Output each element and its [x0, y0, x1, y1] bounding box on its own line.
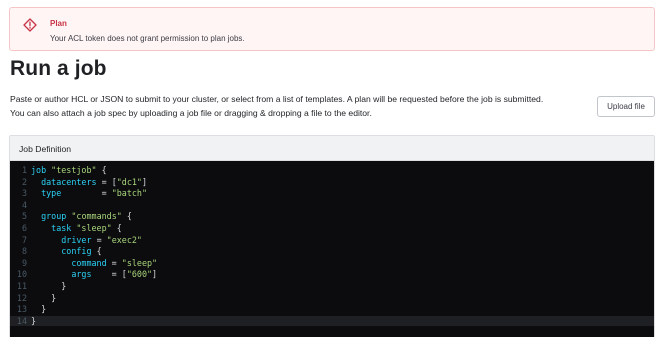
code-line[interactable]: 1 job "testjob" { [10, 165, 654, 175]
card-header-label: Job Definition [19, 144, 72, 154]
description-line-2: You can also attach a job spec by upload… [10, 108, 372, 118]
code-plain [31, 235, 61, 245]
code-plain: ] [152, 269, 158, 280]
upload-file-button[interactable]: Upload file [597, 96, 655, 117]
code-line[interactable]: 11 } [10, 281, 654, 291]
code-plain [31, 177, 41, 187]
code-text: } [31, 281, 66, 291]
code-line[interactable]: 8 config { [10, 246, 654, 257]
code-editor[interactable]: 1 job "testjob" {2 datacenters = ["dc1"] 3… [10, 161, 654, 337]
code-line[interactable]: 3 type = "batch" [10, 188, 654, 199]
code-line[interactable]: 14} [10, 315, 654, 326]
code-keyword: config [61, 246, 92, 257]
code-string: "sleep" [76, 223, 112, 233]
code-line[interactable]: 9 command = "sleep" [10, 257, 654, 268]
code-text: } [31, 293, 56, 303]
code-plain: = [91, 234, 107, 245]
code-plain: = [61, 188, 112, 199]
code-text: } [31, 304, 46, 314]
page-title: Run a job [10, 57, 107, 80]
page-description: Paste or author HCL or JSON to submit to… [10, 92, 590, 120]
code-plain: } [31, 304, 47, 315]
code-line[interactable]: 5 group "commands" { [10, 211, 654, 222]
code-plain [31, 223, 51, 233]
permission-alert: Plan Your ACL token does not grant permi… [9, 7, 655, 51]
code-plain [31, 211, 41, 221]
code-text: config { [31, 246, 102, 257]
code-plain [31, 269, 71, 279]
line-number: 1 [21, 165, 27, 175]
line-number: 5 [21, 211, 27, 222]
line-number: 10 [16, 269, 27, 280]
line-number: 14 [16, 315, 27, 326]
code-plain: } [31, 315, 37, 326]
alert-message: Your ACL token does not grant permission… [50, 34, 245, 43]
code-plain: { [91, 246, 102, 257]
code-text: task "sleep" { [31, 223, 122, 233]
code-line[interactable]: 13 } [10, 304, 654, 315]
code-plain: ] [141, 176, 147, 187]
code-string: "sleep" [121, 257, 158, 268]
line-number: 9 [21, 257, 27, 268]
code-text: datacenters = ["dc1"] [31, 177, 147, 187]
code-keyword: type [41, 188, 62, 199]
line-number: 4 [21, 199, 27, 210]
code-string: "testjob" [51, 165, 97, 175]
line-number: 2 [21, 176, 27, 187]
code-text: command = "sleep" [31, 258, 157, 268]
line-number: 12 [16, 292, 27, 303]
description-line-1: Paste or author HCL or JSON to submit to… [10, 94, 544, 104]
code-string: "batch" [111, 188, 147, 199]
code-text: type = "batch" [31, 188, 147, 198]
code-line[interactable]: 10 args = ["600"] [10, 269, 654, 280]
code-plain: { [121, 211, 132, 222]
code-text: job "testjob" { [31, 165, 107, 175]
line-number: 7 [21, 234, 27, 245]
alert-title: Plan [50, 19, 67, 28]
alert-diamond-icon [23, 18, 37, 32]
code-string: "600" [126, 269, 153, 280]
card-header: Job Definition [10, 136, 654, 161]
code-line[interactable]: 4 [10, 199, 654, 210]
code-plain: } [31, 281, 67, 291]
job-definition-card: Job Definition 1 job "testjob" {2 datacen… [9, 135, 655, 337]
line-number: 3 [21, 188, 27, 199]
code-plain: { [96, 165, 107, 175]
line-number: 13 [16, 304, 27, 315]
code-text: driver = "exec2" [31, 235, 142, 245]
code-line[interactable]: 12 } [10, 292, 654, 303]
code-keyword: args [71, 269, 92, 280]
code-keyword: group [41, 211, 72, 222]
code-line[interactable]: 7 driver = "exec2" [10, 234, 654, 245]
code-plain [31, 246, 61, 256]
code-plain [31, 258, 71, 268]
code-plain: = [106, 257, 122, 268]
code-keyword: job [31, 165, 52, 175]
code-plain: } [31, 292, 57, 303]
code-plain: = [ [91, 269, 127, 280]
code-keyword: command [71, 257, 107, 268]
code-keyword: task [51, 223, 77, 233]
code-keyword: datacenters [41, 176, 97, 187]
code-plain: { [111, 223, 122, 233]
line-number: 8 [21, 246, 27, 257]
line-number: 6 [21, 223, 27, 233]
code-string: "exec2" [106, 234, 142, 245]
line-number: 11 [16, 281, 27, 291]
code-string: "commands" [71, 211, 122, 222]
code-text: } [31, 316, 36, 326]
code-line[interactable]: 6 task "sleep" { [10, 223, 654, 233]
code-keyword: driver [61, 234, 92, 245]
code-plain [31, 188, 41, 198]
code-text: args = ["600"] [31, 269, 157, 279]
code-text: group "commands" { [31, 211, 132, 221]
code-string: "dc1" [116, 176, 142, 187]
code-line[interactable]: 2 datacenters = ["dc1"] [10, 176, 654, 187]
code-plain: = [ [96, 176, 117, 187]
